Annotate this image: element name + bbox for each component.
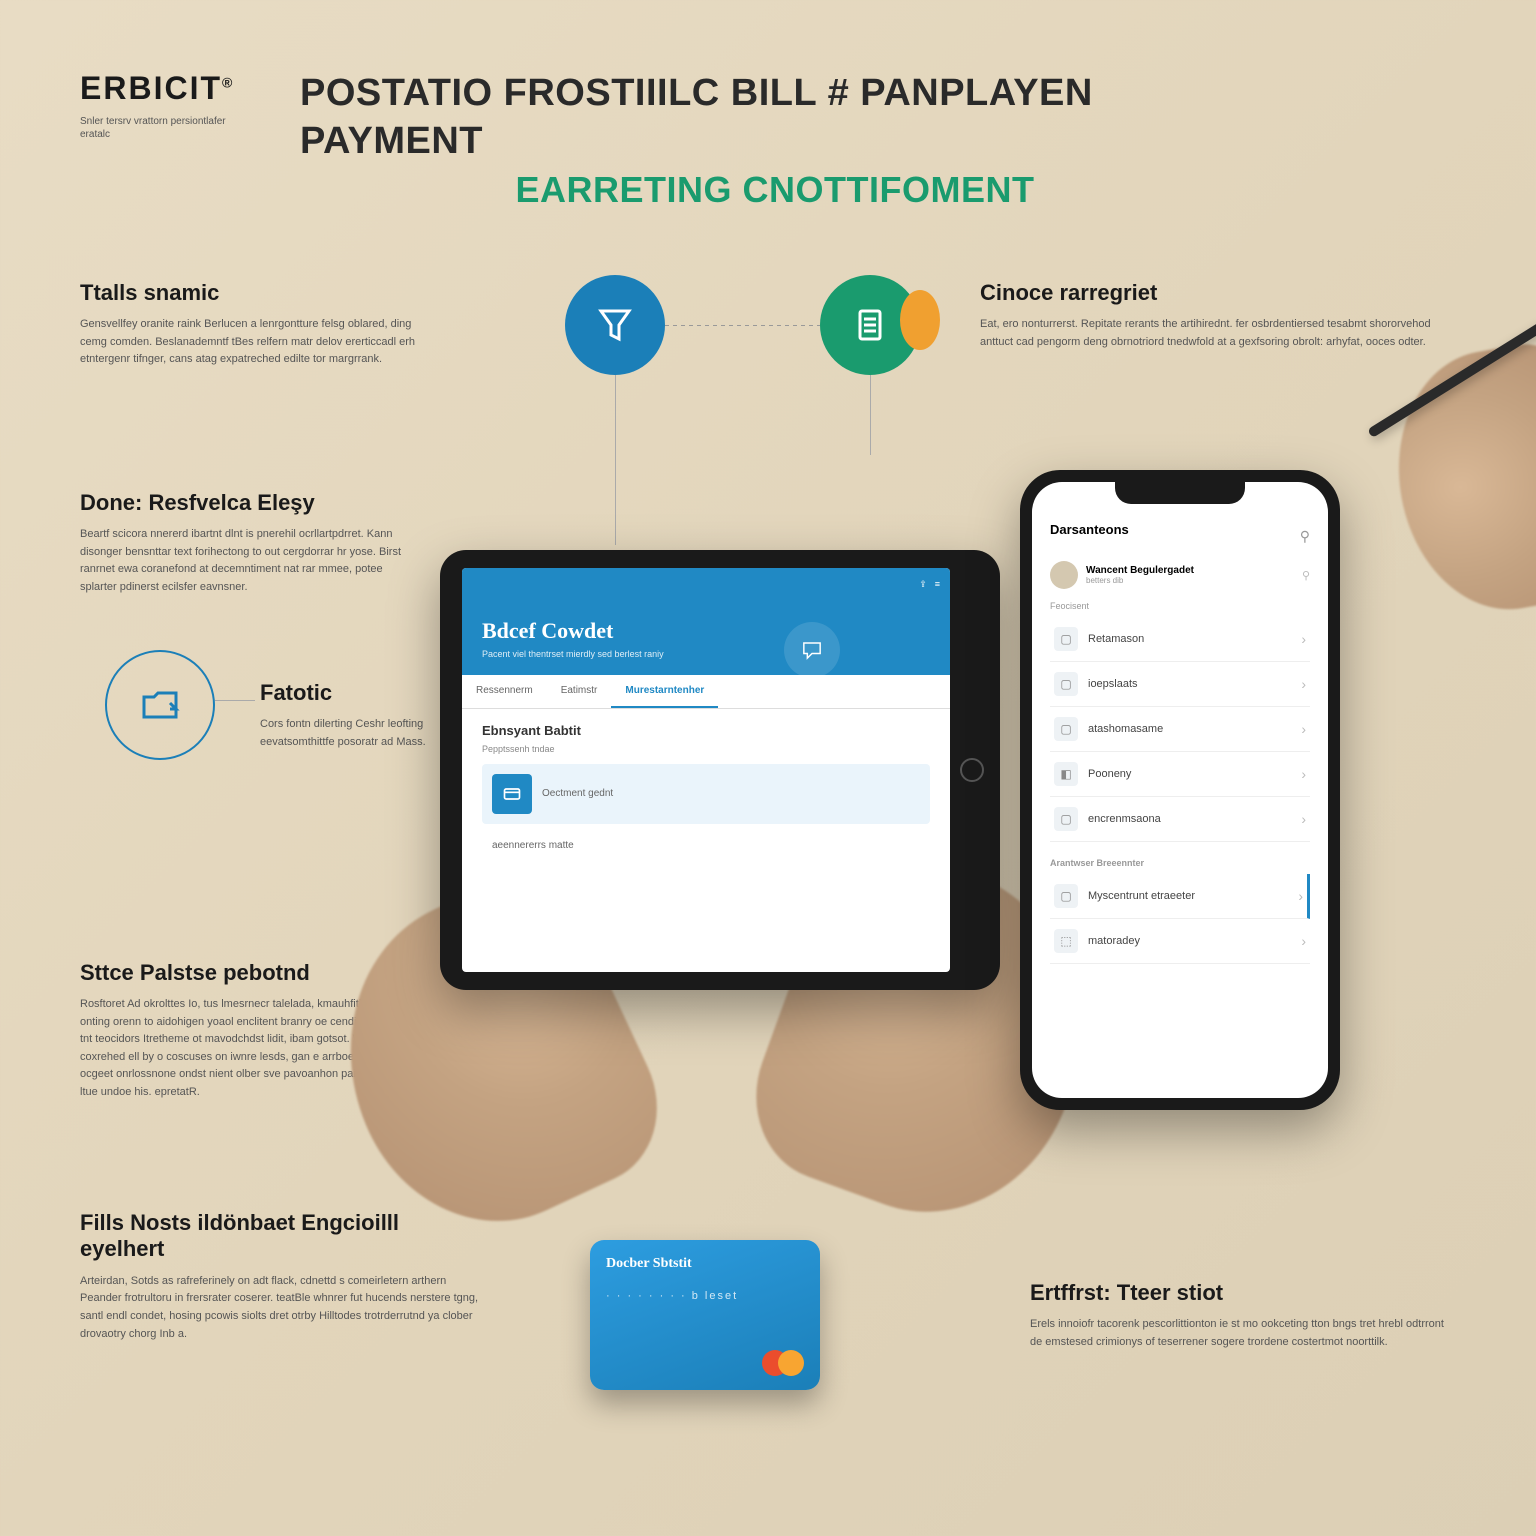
section-2-heading: Done: Resfvelca Eleşy [80,490,420,516]
chevron-icon: › [1301,721,1306,737]
phone-notch [1115,482,1245,504]
search-icon[interactable]: ⚲ [1302,569,1310,582]
tablet-body-title: Ebnsyant Babtit [482,723,930,738]
section-2: Done: Resfvelca Eleşy Beartf scicora nne… [80,490,420,596]
item-icon: ⬚ [1054,929,1078,953]
tablet-screen: ⇪ ≡ Bdcef Cowdet Pacent viel thentrset m… [462,568,950,972]
section-3: Fatotic Cors fontn dilerting Ceshr leoft… [260,680,460,751]
section-2-body: Beartf scicora nnererd ibartnt dlnt is p… [80,526,420,596]
section-3-body: Cors fontn dilerting Ceshr leofting eeva… [260,716,460,751]
item-icon: ▢ [1054,627,1078,651]
card-number: · · · · · · · · b leset [606,1290,804,1302]
list-item-label: Myscentrunt etraeeter [1088,890,1288,902]
phone-section-head: Feocisent [1050,601,1310,611]
section-6-heading: Cinoce rarregriet [980,280,1440,306]
section-1-heading: Ttalls snamic [80,280,420,306]
tablet-status-bar: ⇪ ≡ [462,568,950,600]
tab-item[interactable]: Eatimstr [547,675,612,708]
tablet-tabs: Ressennerm Eatimstr Murestarntenher [462,675,950,709]
list-item[interactable]: Oectment gednt [482,764,930,824]
section-7: Ertffrst: Tteer stiot Erels innoiofr tac… [1030,1280,1450,1351]
tablet-banner: Bdcef Cowdet Pacent viel thentrset mierd… [462,600,950,675]
credit-card: Docber Sbtstit · · · · · · · · b leset [590,1240,820,1390]
list-item[interactable]: ▢ Retamason › [1050,617,1310,662]
page-title: POSTATIO FROSTIIILC BILL # PANPLAYEN PAY… [300,70,1250,212]
connector-line [665,325,820,326]
tablet-body-sub: Pepptssenh tndae [482,744,930,754]
card-icon [492,774,532,814]
item-icon: ◧ [1054,762,1078,786]
item-icon: ▢ [1054,672,1078,696]
chevron-icon: › [1301,811,1306,827]
list-item-label: Oectment gednt [542,788,920,799]
tablet-banner-title: Bdcef Cowdet [482,618,930,644]
chevron-icon: › [1298,888,1303,904]
brand-tagline: Snler tersrv vrattorn persiontlafer erat… [80,115,230,141]
badge-icon [900,290,940,350]
tablet-body: Ebnsyant Babtit Pepptssenh tndae Oectmen… [462,709,950,881]
item-icon: ▢ [1054,807,1078,831]
menu-icon[interactable]: ≡ [935,579,940,589]
section-6: Cinoce rarregriet Eat, ero nonturrerst. … [980,280,1440,351]
chat-icon[interactable] [784,622,840,678]
connector-line [870,375,871,455]
search-icon[interactable]: ⚲ [1300,528,1310,545]
funnel-icon [565,275,665,375]
chevron-icon: › [1301,676,1306,692]
phone-section-head: Arantwser Breeennter [1050,858,1310,868]
mastercard-icon [762,1350,804,1376]
brand-logo: ERBICIT® [80,70,234,107]
section-1-body: Gensvellfey oranite raink Berlucen a len… [80,316,420,369]
tab-item[interactable]: Ressennerm [462,675,547,708]
section-6-body: Eat, ero nonturrerst. Repitate rerants t… [980,316,1440,351]
connector-line [215,700,255,701]
list-item[interactable]: ⬚ matoradey › [1050,919,1310,964]
list-item[interactable]: ▢ Myscentrunt etraeeter › [1050,874,1310,919]
section-7-heading: Ertffrst: Tteer stiot [1030,1280,1450,1306]
phone-device: Darsanteons ⚲ Wancent Begulergadet bette… [1020,470,1340,1110]
tablet-device: ⇪ ≡ Bdcef Cowdet Pacent viel thentrset m… [440,550,1000,990]
list-item-label: Pooneny [1088,768,1291,780]
list-item-label: atashomasame [1088,723,1291,735]
tablet-banner-subtitle: Pacent viel thentrset mierdly sed berles… [482,648,682,661]
list-item-label: encrenmsaona [1088,813,1291,825]
section-1: Ttalls snamic Gensvellfey oranite raink … [80,280,420,369]
list-item[interactable]: ▢ encrenmsaona › [1050,797,1310,842]
section-7-body: Erels innoiofr tacorenk pescorlittionton… [1030,1316,1450,1351]
section-3-heading: Fatotic [260,680,460,706]
profile-sub: betters dib [1086,576,1194,585]
list-item[interactable]: ◧ Pooneny › [1050,752,1310,797]
tab-item-active[interactable]: Murestarntenher [611,675,718,708]
list-item-label: matoradey [1088,935,1291,947]
list-item-label: Retamason [1088,633,1291,645]
phone-screen: Darsanteons ⚲ Wancent Begulergadet bette… [1032,482,1328,1098]
chevron-icon: › [1301,933,1306,949]
list-item-label: ioepslaats [1088,678,1291,690]
phone-title: Darsanteons [1050,522,1129,537]
list-item[interactable]: ▢ ioepslaats › [1050,662,1310,707]
nav-icon[interactable]: ⇪ [919,579,927,590]
connector-line [615,375,616,545]
list-item[interactable]: ▢ atashomasame › [1050,707,1310,752]
chevron-icon: › [1301,631,1306,647]
section-5-heading: Fills Nosts ildönbaet Engcioilll eyelher… [80,1210,480,1263]
list-item-label: aeennererrs matte [492,840,920,851]
profile-name: Wancent Begulergadet [1086,565,1194,576]
item-icon: ▢ [1054,884,1078,908]
folder-icon [105,650,215,760]
avatar [1050,561,1078,589]
profile-row[interactable]: Wancent Begulergadet betters dib ⚲ [1050,561,1310,589]
chevron-icon: › [1301,766,1306,782]
section-5: Fills Nosts ildönbaet Engcioilll eyelher… [80,1210,480,1343]
card-brand: Docber Sbtstit [606,1256,804,1272]
list-item[interactable]: aeennererrs matte [482,830,930,861]
section-5-body: Arteirdan, Sotds as rafreferinely on adt… [80,1273,480,1343]
item-icon: ▢ [1054,717,1078,741]
home-button-icon[interactable] [960,758,984,782]
